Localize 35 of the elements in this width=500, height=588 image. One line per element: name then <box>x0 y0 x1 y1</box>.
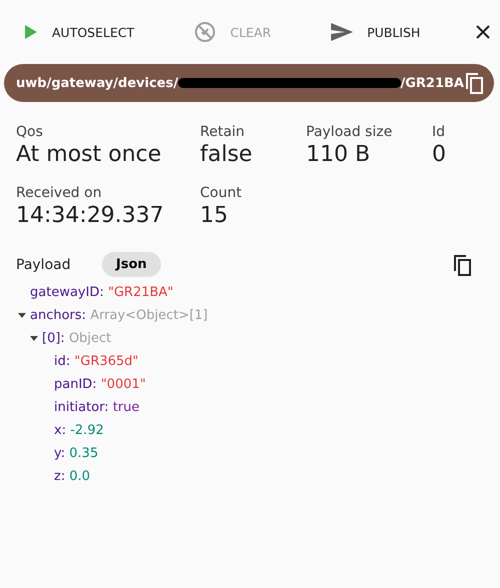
stat-value: 15 <box>200 203 229 228</box>
tree-entry-text: x: -2.92 <box>54 423 104 438</box>
stat-label: Count <box>200 185 243 201</box>
play-icon <box>24 24 38 40</box>
stat-label: Retain <box>200 124 246 140</box>
caret-icon[interactable] <box>30 336 38 342</box>
stat-value: 110 B <box>306 142 372 167</box>
tree-entry-text: z: 0.0 <box>54 469 90 484</box>
stat-label: Qos <box>16 124 44 140</box>
topic-text: /GR21BA <box>400 76 464 90</box>
topic-text: uwb/gateway/devices/ <box>16 76 178 90</box>
stat-value: 14:34:29.337 <box>16 203 165 228</box>
stat-label: Id <box>432 124 446 140</box>
send-icon <box>331 23 354 41</box>
copy-icon[interactable] <box>464 72 484 94</box>
tree-entry-text: [0]: Object <box>42 331 112 346</box>
stat-label: Received on <box>16 185 103 201</box>
toolbar-button[interactable]: AUTOSELECT <box>16 24 142 40</box>
tree-entry-text: y: 0.35 <box>54 446 98 461</box>
stat-value: false <box>200 142 254 167</box>
stat-value: At most once <box>16 142 162 167</box>
stat-label: Payload size <box>306 124 394 140</box>
stat-value: 0 <box>432 142 447 167</box>
tree-entry-text: anchors: Array<Object>[1] <box>30 308 208 323</box>
tree-entry-text: id: "GR365d" <box>54 354 139 369</box>
cancel-icon <box>194 21 216 43</box>
tree-entry-text: initiator: true <box>54 400 140 415</box>
tree-entry-text: panID: "0001" <box>54 377 146 392</box>
payload-label: Payload <box>16 256 72 272</box>
close-icon <box>476 25 490 39</box>
format-chip[interactable]: Json <box>102 252 161 277</box>
caret-icon[interactable] <box>18 312 26 318</box>
tree-entry-text: gatewayID: "GR21BA" <box>30 285 174 300</box>
copy-icon[interactable] <box>452 254 472 276</box>
toolbar-button[interactable]: PUBLISH <box>323 23 428 41</box>
